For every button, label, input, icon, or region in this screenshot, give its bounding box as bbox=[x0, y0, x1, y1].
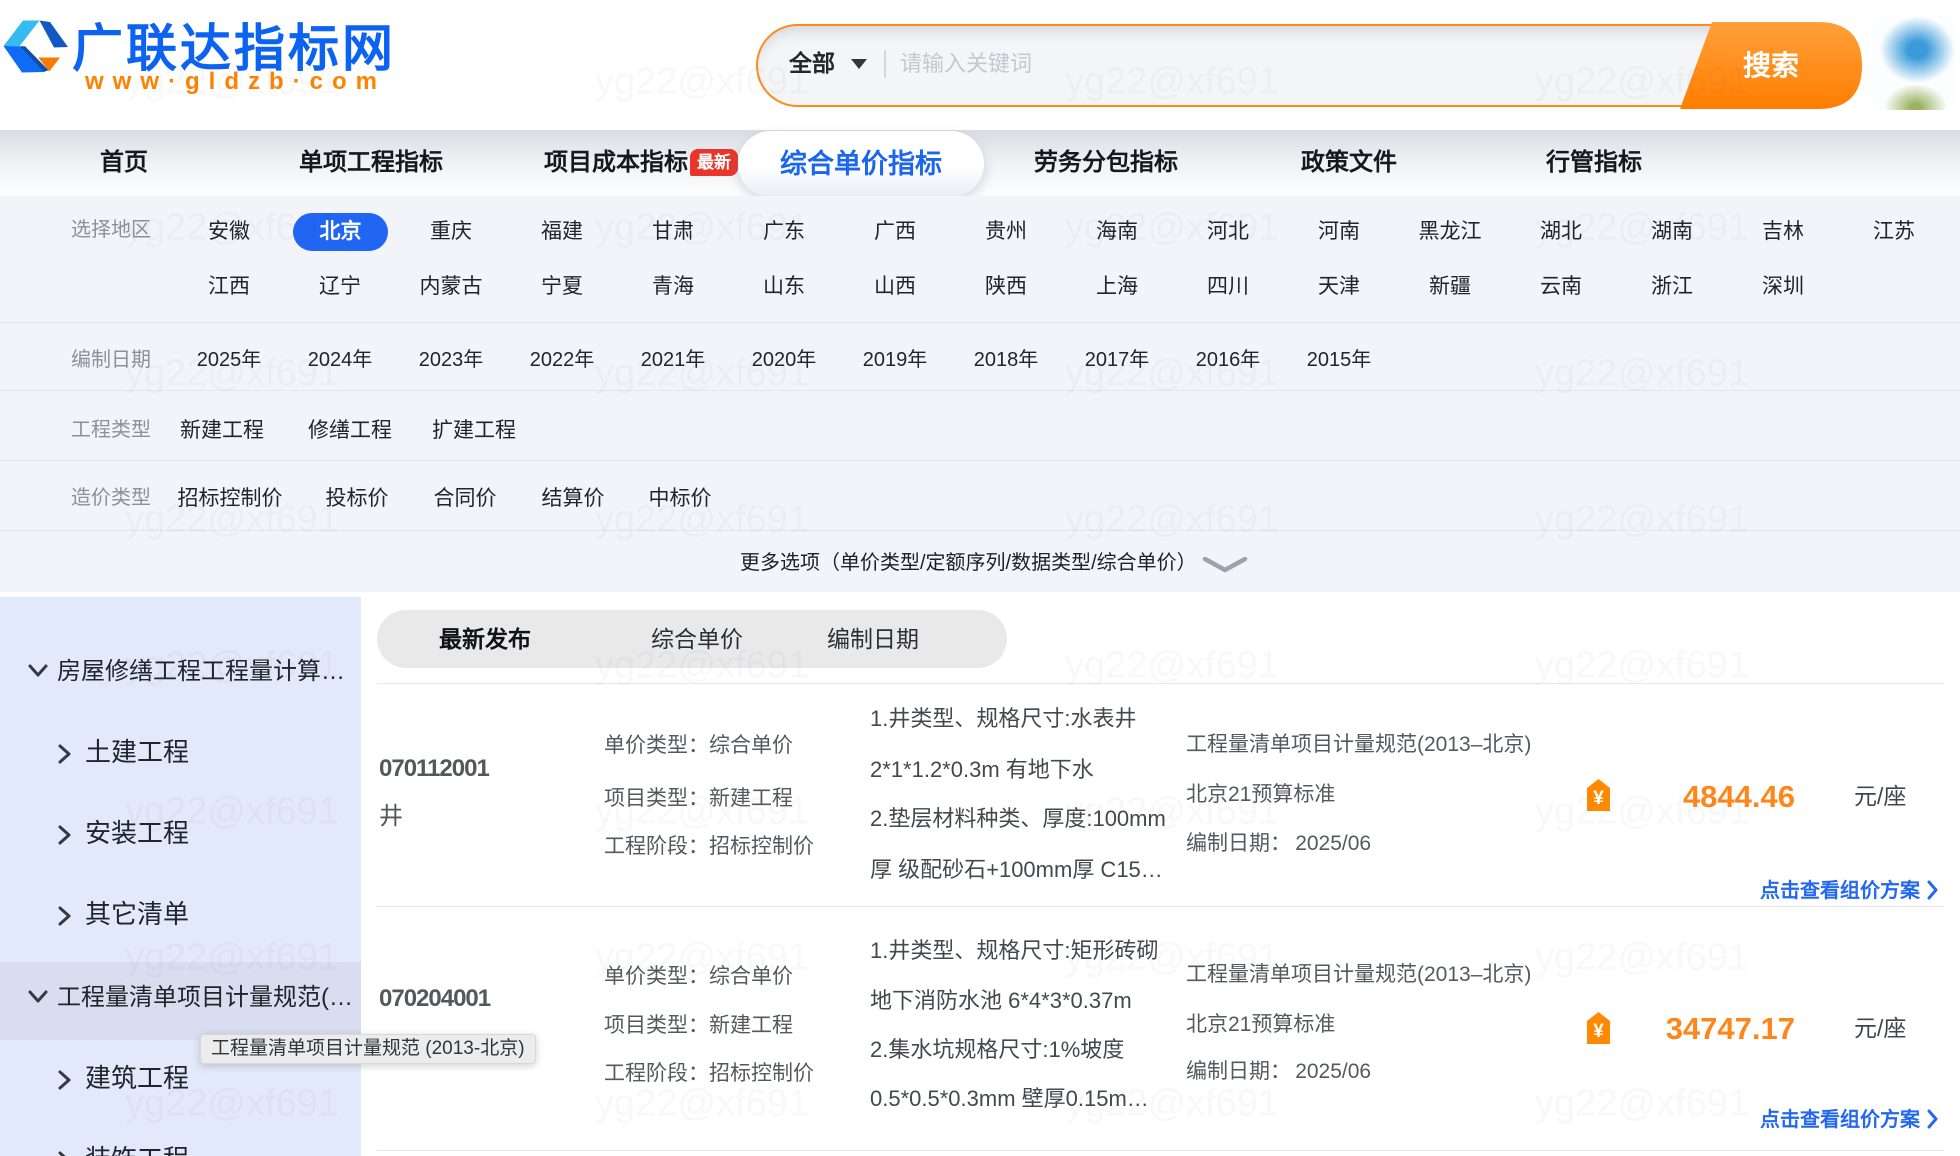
svg-text:¥: ¥ bbox=[1593, 1021, 1604, 1042]
svg-text:¥: ¥ bbox=[1593, 788, 1604, 809]
